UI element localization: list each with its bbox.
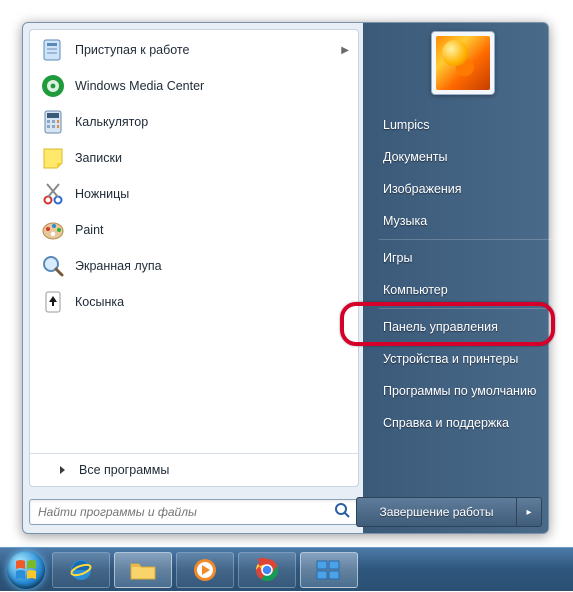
program-label: Paint [75, 223, 349, 237]
media-center-icon [39, 72, 67, 100]
chevron-right-icon: ▸ [526, 507, 531, 518]
right-link-label: Lumpics [383, 118, 430, 132]
folder-icon [129, 558, 157, 582]
search-bar [29, 497, 359, 527]
left-pane: Приступая к работе ▶ Windows Media Cente… [29, 29, 359, 487]
start-button[interactable] [4, 548, 48, 592]
triangle-right-icon [60, 466, 65, 474]
program-label: Записки [75, 151, 349, 165]
taskbar-ie[interactable] [52, 552, 110, 588]
shutdown-label: Завершение работы [380, 505, 494, 519]
right-link-label: Игры [383, 251, 412, 265]
taskbar-explorer[interactable] [114, 552, 172, 588]
program-media-center[interactable]: Windows Media Center [32, 68, 356, 104]
program-label: Ножницы [75, 187, 349, 201]
start-menu: Приступая к работе ▶ Windows Media Cente… [22, 22, 549, 534]
right-link-control-panel[interactable]: Панель управления [369, 311, 565, 343]
taskbar-chrome[interactable] [238, 552, 296, 588]
program-calculator[interactable]: Калькулятор [32, 104, 356, 140]
right-link-label: Изображения [383, 182, 462, 196]
chrome-icon [254, 557, 280, 583]
right-link-default-programs[interactable]: Программы по умолчанию [369, 375, 565, 407]
right-link-games[interactable]: Игры [369, 242, 565, 274]
right-separator [379, 239, 555, 240]
right-link-pictures[interactable]: Изображения [369, 173, 565, 205]
right-link-label: Панель управления [383, 320, 498, 334]
right-link-label: Музыка [383, 214, 427, 228]
program-label: Калькулятор [75, 115, 349, 129]
program-label: Приступая к работе [75, 43, 341, 57]
magnifier-icon [39, 252, 67, 280]
right-pane: Lumpics Документы Изображения Музыка Игр… [369, 109, 565, 439]
windows-logo-icon [7, 551, 45, 589]
calculator-icon [39, 108, 67, 136]
paint-icon [39, 216, 67, 244]
program-solitaire[interactable]: Косынка [32, 284, 356, 320]
internet-explorer-icon [68, 557, 94, 583]
right-link-label: Документы [383, 150, 447, 164]
submenu-arrow-icon: ▶ [341, 45, 349, 56]
program-snipping-tool[interactable]: Ножницы [32, 176, 356, 212]
media-player-icon [192, 557, 218, 583]
program-getting-started[interactable]: Приступая к работе ▶ [32, 32, 356, 68]
search-box[interactable] [29, 499, 359, 525]
program-sticky-notes[interactable]: Записки [32, 140, 356, 176]
search-icon [334, 502, 350, 523]
solitaire-icon [39, 288, 67, 316]
program-label: Экранная лупа [75, 259, 349, 273]
shutdown-button[interactable]: Завершение работы [356, 497, 516, 527]
all-programs[interactable]: Все программы [30, 454, 358, 486]
right-link-label: Программы по умолчанию [383, 384, 536, 398]
snipping-tool-icon [39, 180, 67, 208]
sticky-notes-icon [39, 144, 67, 172]
right-link-label: Устройства и принтеры [383, 352, 518, 366]
taskbar-media-player[interactable] [176, 552, 234, 588]
right-separator [379, 308, 555, 309]
user-avatar-icon [436, 36, 490, 90]
program-label: Windows Media Center [75, 79, 349, 93]
program-label: Косынка [75, 295, 349, 309]
right-link-label: Компьютер [383, 283, 448, 297]
taskbar-app[interactable] [300, 552, 358, 588]
getting-started-icon [39, 36, 67, 64]
program-paint[interactable]: Paint [32, 212, 356, 248]
program-magnifier[interactable]: Экранная лупа [32, 248, 356, 284]
program-list: Приступая к работе ▶ Windows Media Cente… [30, 30, 358, 449]
window-tiles-icon [315, 559, 343, 581]
shutdown-split-button: Завершение работы ▸ [356, 497, 542, 527]
right-link-documents[interactable]: Документы [369, 141, 565, 173]
search-input[interactable] [38, 505, 334, 519]
shutdown-options-button[interactable]: ▸ [516, 497, 542, 527]
user-avatar-frame[interactable] [431, 31, 495, 95]
all-programs-label: Все программы [79, 463, 169, 477]
right-link-help[interactable]: Справка и поддержка [369, 407, 565, 439]
right-link-computer[interactable]: Компьютер [369, 274, 565, 306]
taskbar [0, 547, 573, 591]
right-link-devices-printers[interactable]: Устройства и принтеры [369, 343, 565, 375]
right-link-user[interactable]: Lumpics [369, 109, 565, 141]
right-link-music[interactable]: Музыка [369, 205, 565, 237]
right-link-label: Справка и поддержка [383, 416, 509, 430]
